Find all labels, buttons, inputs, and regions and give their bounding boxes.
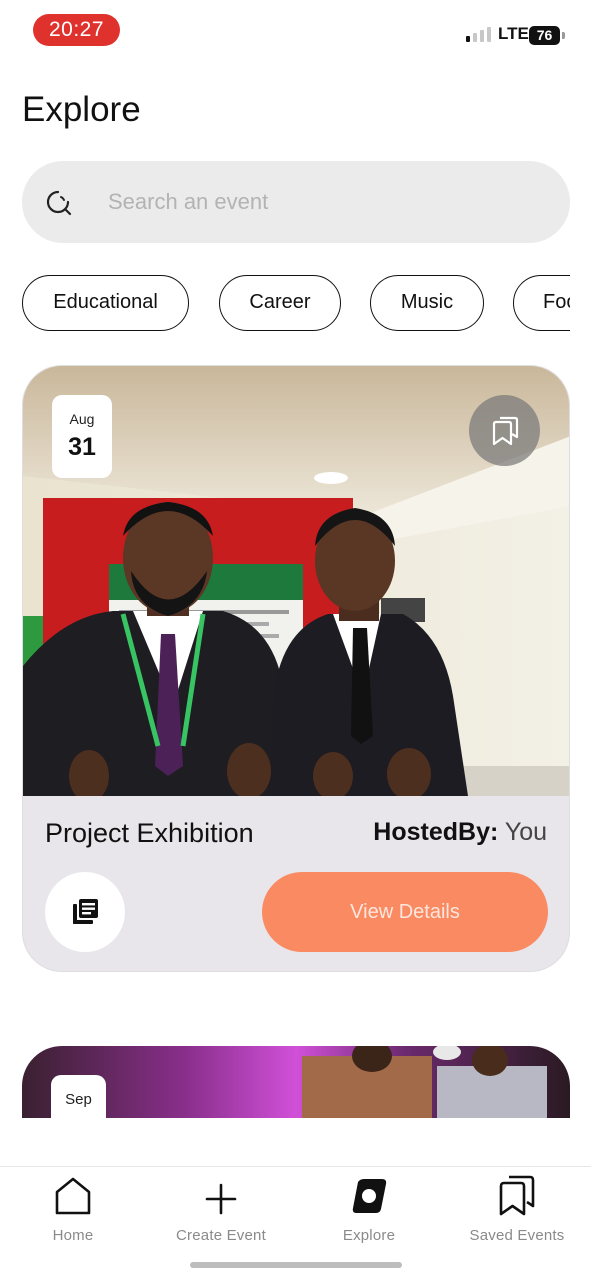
chip-music[interactable]: Music (370, 275, 484, 331)
nav-saved-events-label: Saved Events (469, 1227, 565, 1244)
bookmark-icon (492, 416, 518, 445)
date-month: Aug (69, 411, 95, 427)
view-details-button[interactable]: View Details (262, 872, 548, 952)
library-icon (73, 899, 98, 924)
bottom-nav: Home Create Event Explore Saved Events (0, 1166, 591, 1280)
nav-home-label: Home (52, 1227, 94, 1244)
network-label: LTE (498, 24, 529, 43)
event-title: Project Exhibition (45, 818, 254, 848)
category-chips: Educational Career Music Food (22, 275, 570, 333)
hosted-by-label: HostedBy: (373, 818, 499, 846)
search-input[interactable] (108, 186, 528, 218)
date-badge: Sep (51, 1075, 106, 1118)
chip-career[interactable]: Career (219, 275, 341, 331)
date-badge: Aug 31 (52, 395, 112, 478)
plus-icon (205, 1183, 237, 1215)
nav-home[interactable]: Home (0, 1173, 148, 1244)
nav-explore[interactable]: Explore (294, 1173, 444, 1244)
battery-cap (562, 32, 565, 39)
signal-icon (466, 27, 491, 42)
nav-saved-events[interactable]: Saved Events (442, 1173, 591, 1244)
event-card[interactable]: Sep (22, 1046, 570, 1118)
page-title: Explore (22, 90, 141, 129)
status-time: 20:27 (33, 14, 120, 46)
home-icon (55, 1177, 91, 1215)
search-bar[interactable] (22, 161, 570, 243)
date-day: 31 (68, 433, 96, 461)
event-card[interactable]: Aug 31 Project Exhibition HostedBy: You … (22, 365, 570, 972)
saved-icon (499, 1175, 535, 1216)
home-indicator (190, 1262, 402, 1268)
battery-icon: 76 (529, 26, 560, 45)
status-bar: 20:27 LTE 76 (0, 0, 591, 60)
chip-educational[interactable]: Educational (22, 275, 189, 331)
nav-create-event[interactable]: Create Event (146, 1173, 296, 1244)
explore-icon (352, 1179, 387, 1213)
nav-create-event-label: Create Event (176, 1227, 266, 1244)
save-event-button[interactable] (469, 395, 540, 466)
notes-button[interactable] (45, 872, 125, 952)
search-icon[interactable] (44, 188, 74, 218)
date-month: Sep (65, 1091, 92, 1108)
hosted-by: HostedBy: You (373, 818, 547, 847)
hosted-by-value: You (504, 818, 547, 846)
nav-explore-label: Explore (342, 1227, 396, 1244)
chip-food[interactable]: Food (513, 275, 570, 331)
